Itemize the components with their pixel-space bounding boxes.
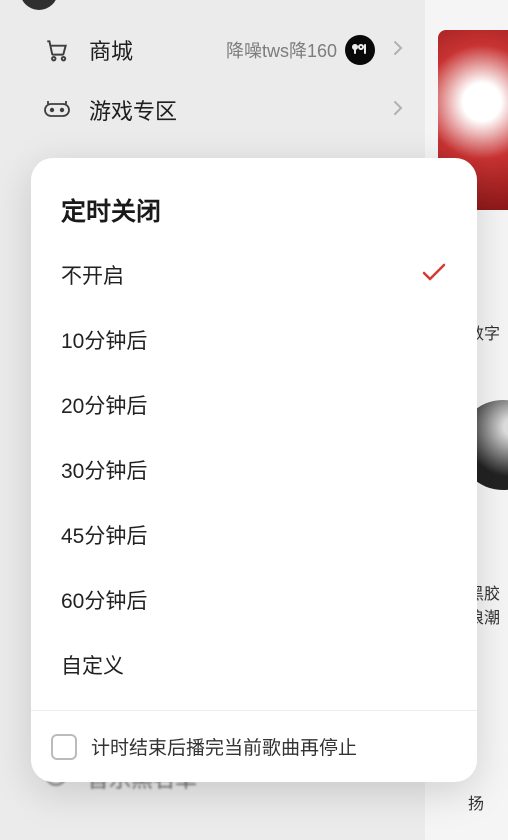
option-label: 30分钟后 bbox=[61, 455, 447, 485]
gamepad-icon bbox=[43, 100, 71, 120]
menu-item-mall[interactable]: 商城 降噪tws降160 bbox=[0, 20, 425, 80]
timer-option[interactable]: 自定义 bbox=[61, 632, 447, 697]
timer-options-list: 不开启 10分钟后 20分钟后 30分钟后 45分钟后 60分钟后自定义 bbox=[31, 242, 477, 710]
menu-label: 商城 bbox=[89, 34, 208, 66]
check-icon bbox=[421, 259, 447, 290]
timer-option[interactable]: 20分钟后 bbox=[61, 372, 447, 437]
modal-footer[interactable]: 计时结束后播完当前歌曲再停止 bbox=[31, 710, 477, 782]
timer-option[interactable]: 30分钟后 bbox=[61, 437, 447, 502]
option-label: 45分钟后 bbox=[61, 520, 447, 550]
timer-option[interactable]: 60分钟后 bbox=[61, 567, 447, 632]
option-label: 自定义 bbox=[61, 650, 447, 680]
menu-label: 游戏专区 bbox=[89, 94, 375, 126]
option-label: 10分钟后 bbox=[61, 325, 447, 355]
chevron-right-icon bbox=[393, 40, 403, 61]
cart-icon bbox=[43, 37, 71, 63]
timer-option[interactable]: 10分钟后 bbox=[61, 307, 447, 372]
footer-label: 计时结束后播完当前歌曲再停止 bbox=[91, 733, 357, 760]
promo-text: 降噪tws降160 bbox=[226, 37, 337, 63]
option-label: 不开启 bbox=[61, 260, 421, 290]
menu-item-games[interactable]: 游戏专区 bbox=[0, 80, 425, 140]
timer-option[interactable]: 不开启 bbox=[61, 242, 447, 307]
menu-subtext: 降噪tws降160 bbox=[226, 35, 375, 65]
earbud-icon bbox=[345, 35, 375, 65]
timer-option[interactable]: 45分钟后 bbox=[61, 502, 447, 567]
chevron-right-icon bbox=[393, 100, 403, 121]
side-caption: 扬 bbox=[468, 790, 508, 814]
option-label: 60分钟后 bbox=[61, 585, 447, 615]
finish-song-checkbox[interactable] bbox=[51, 734, 77, 760]
modal-title: 定时关闭 bbox=[31, 158, 477, 242]
avatar bbox=[20, 0, 58, 10]
sleep-timer-modal: 定时关闭 不开启 10分钟后 20分钟后 30分钟后 45分钟后 60分钟后自定义 计时结… bbox=[31, 158, 477, 782]
option-label: 20分钟后 bbox=[61, 390, 447, 420]
